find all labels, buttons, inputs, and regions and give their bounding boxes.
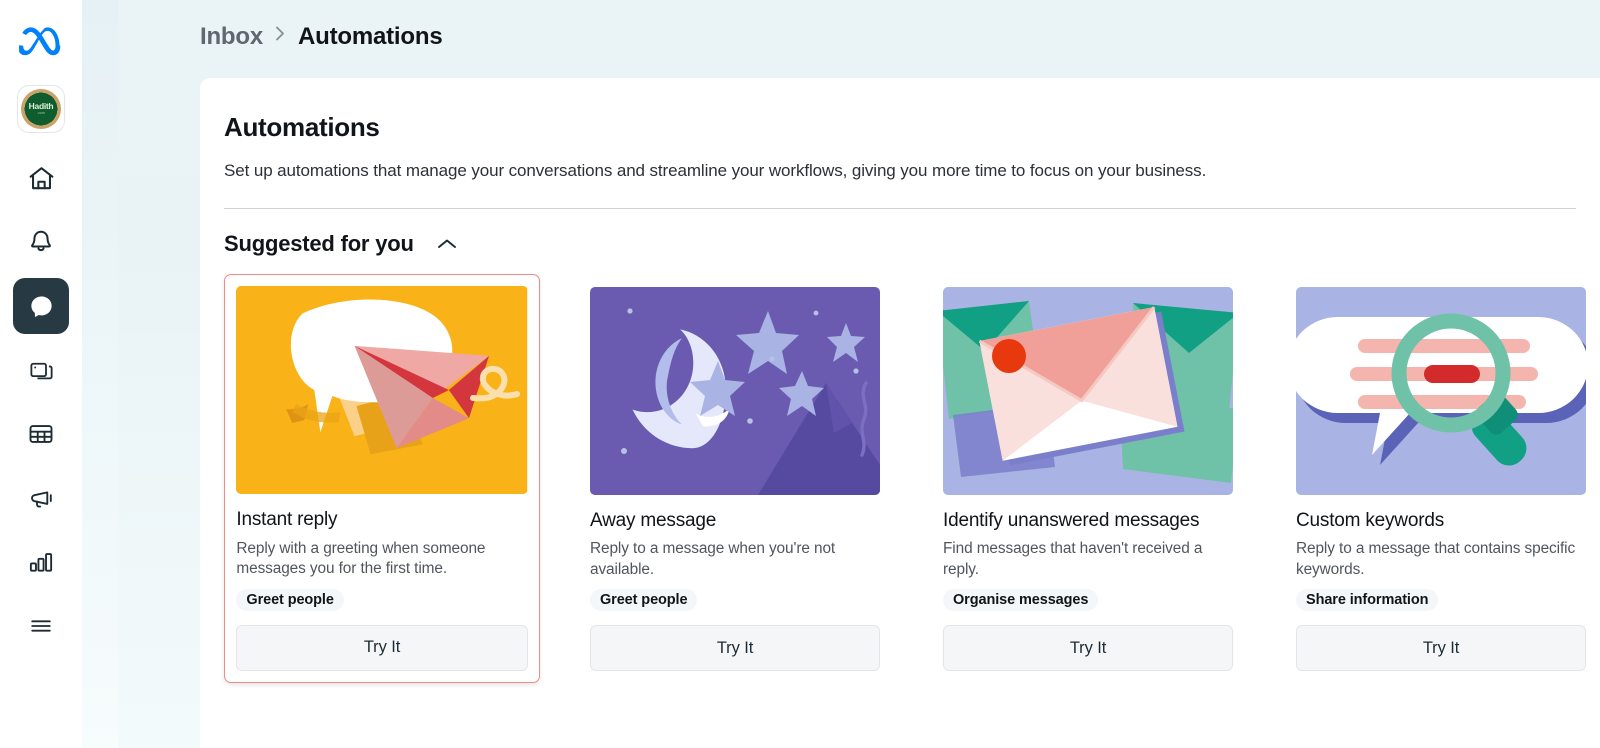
night-moon-stars-illustration bbox=[590, 287, 880, 495]
sidebar-item-planner[interactable] bbox=[13, 406, 69, 462]
try-it-button[interactable]: Try It bbox=[1296, 625, 1586, 672]
sidebar-item-home[interactable] bbox=[13, 150, 69, 206]
card-tag: Greet people bbox=[236, 588, 344, 611]
automation-card-instant-reply[interactable]: Instant reply Reply with a greeting when… bbox=[224, 274, 540, 684]
try-it-button[interactable]: Try It bbox=[236, 624, 528, 671]
card-title: Custom keywords bbox=[1296, 510, 1444, 531]
bell-icon bbox=[27, 228, 55, 256]
sidebar-item-ads[interactable] bbox=[13, 470, 69, 526]
meta-logo-icon[interactable] bbox=[18, 18, 64, 64]
avatar-image: Hadith .com bbox=[21, 89, 61, 129]
card-tag-row: Greet people bbox=[590, 589, 880, 612]
automations-page: Hadith .com Inbox Automations Automation… bbox=[0, 0, 1600, 748]
avatar-sublabel: .com bbox=[37, 111, 45, 116]
home-icon bbox=[27, 164, 56, 193]
card-description: Reply to a message that contains specifi… bbox=[1296, 540, 1576, 578]
pages-icon bbox=[28, 357, 55, 384]
suggested-cards-list: Instant reply Reply with a greeting when… bbox=[224, 274, 1600, 685]
chevron-up-icon[interactable] bbox=[436, 237, 458, 251]
speech-bubble-magnifier-illustration bbox=[1296, 287, 1586, 495]
speech-bubble-paper-plane-illustration bbox=[236, 286, 528, 495]
automation-card-identify-unanswered[interactable]: Identify unanswered messages Find messag… bbox=[930, 274, 1246, 685]
content-area: Inbox Automations Automations Set up aut… bbox=[82, 0, 1600, 748]
card-tag: Share information bbox=[1296, 589, 1439, 612]
sidebar-item-more[interactable] bbox=[13, 598, 69, 654]
megaphone-icon bbox=[27, 484, 55, 512]
chat-icon bbox=[28, 293, 55, 320]
sidebar-item-notifications[interactable] bbox=[13, 214, 69, 270]
breadcrumb-current: Automations bbox=[298, 23, 443, 50]
breadcrumb-inbox[interactable]: Inbox bbox=[200, 23, 263, 51]
gradient-strip bbox=[82, 0, 118, 748]
card-description: Reply with a greeting when someone messa… bbox=[236, 539, 486, 578]
card-tag: Organise messages bbox=[943, 589, 1099, 612]
suggested-section-header[interactable]: Suggested for you bbox=[224, 231, 458, 257]
sidebar-item-insights[interactable] bbox=[13, 534, 69, 590]
left-nav-rail: Hadith .com bbox=[0, 0, 82, 748]
automation-card-away-message[interactable]: Away message Reply to a message when you… bbox=[577, 274, 893, 685]
avatar-label: Hadith bbox=[28, 101, 54, 112]
sidebar-item-inbox[interactable] bbox=[13, 278, 69, 334]
avatar[interactable]: Hadith .com bbox=[18, 86, 64, 132]
envelopes-unread-dot-illustration bbox=[943, 287, 1233, 495]
breadcrumb: Inbox Automations bbox=[118, 0, 443, 74]
try-it-button[interactable]: Try It bbox=[590, 625, 880, 672]
menu-icon bbox=[27, 612, 55, 640]
grid-icon bbox=[27, 420, 55, 448]
card-description: Find messages that haven't received a re… bbox=[943, 540, 1203, 578]
page-description: Set up automations that manage your conv… bbox=[224, 161, 1207, 180]
card-tag-row: Share information bbox=[1296, 589, 1586, 612]
card-tag-row: Organise messages bbox=[943, 589, 1233, 612]
section-title: Suggested for you bbox=[224, 231, 414, 256]
card-title: Instant reply bbox=[236, 509, 338, 531]
card-tag: Greet people bbox=[590, 589, 698, 612]
sidebar-item-pages[interactable] bbox=[13, 342, 69, 398]
card-title: Away message bbox=[590, 510, 717, 531]
bar-chart-icon bbox=[27, 548, 55, 576]
page-title: Automations bbox=[224, 112, 380, 142]
try-it-button[interactable]: Try It bbox=[943, 625, 1233, 672]
card-title: Identify unanswered messages bbox=[943, 510, 1200, 531]
breadcrumb-separator-icon bbox=[275, 25, 286, 50]
main-panel: Automations Set up automations that mana… bbox=[200, 78, 1600, 748]
card-description: Reply to a message when you're not avail… bbox=[590, 540, 836, 578]
automation-card-custom-keywords[interactable]: Custom keywords Reply to a message that … bbox=[1283, 274, 1599, 685]
section-divider bbox=[224, 208, 1576, 209]
card-tag-row: Greet people bbox=[236, 588, 527, 611]
